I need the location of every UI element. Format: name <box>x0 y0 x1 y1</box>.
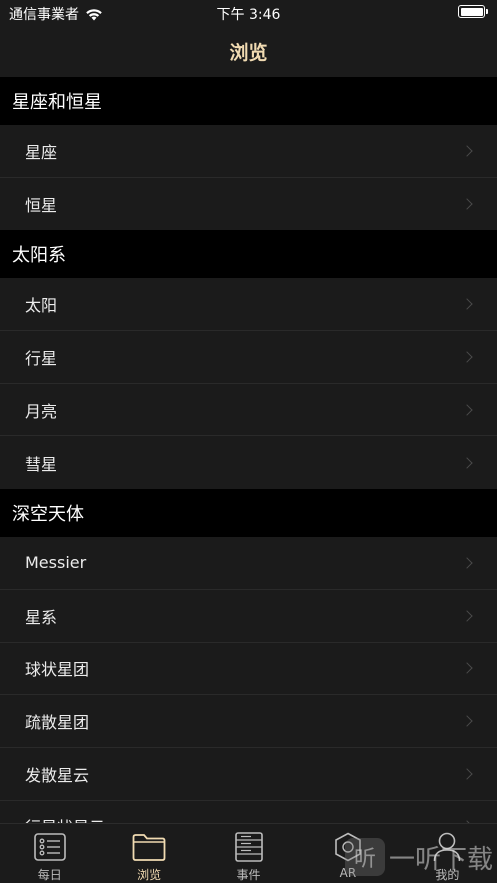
list-item-label: 太阳 <box>25 296 58 316</box>
list-item-label: 恒星 <box>25 196 58 216</box>
battery-tip <box>486 9 488 14</box>
list-item-label: 发散星云 <box>25 765 90 785</box>
chevron-right-icon <box>461 145 473 157</box>
tab-profile[interactable]: 我的 <box>398 824 497 883</box>
status-right <box>458 5 488 18</box>
list-item-planetary-nebulae[interactable]: 行星状星云 <box>0 800 497 823</box>
list-item-stars[interactable]: 恒星 <box>0 177 497 231</box>
tab-bar: 每日 浏览 事件 AR 我的 <box>0 823 497 883</box>
section-header-constellations: 星座和恒星 <box>0 77 497 125</box>
chevron-right-icon <box>461 662 473 675</box>
list-item-planets[interactable]: 行星 <box>0 331 497 384</box>
tab-label: 我的 <box>435 868 460 882</box>
page-title: 浏览 <box>229 42 268 64</box>
browse-list[interactable]: 星座和恒星 星座 恒星 太阳系 太阳 行星 月亮 彗星 深空天体 Messier <box>0 77 497 823</box>
nav-bar: 浏览 <box>0 26 497 77</box>
list-item-label: 彗星 <box>25 454 58 474</box>
tab-label: 浏览 <box>137 868 162 882</box>
chevron-right-icon <box>461 609 473 622</box>
tab-label: 事件 <box>236 868 261 882</box>
folder-icon <box>132 834 166 861</box>
list-item-moon[interactable]: 月亮 <box>0 383 497 437</box>
list-item-label: 球状星团 <box>25 660 90 680</box>
list-item-open-clusters[interactable]: 疏散星团 <box>0 695 497 748</box>
list-item-constellations[interactable]: 星座 <box>0 125 497 178</box>
profile-icon <box>434 832 461 862</box>
tab-browse[interactable]: 浏览 <box>99 824 198 883</box>
tab-label: 每日 <box>37 868 62 882</box>
list-item-label: 月亮 <box>25 401 58 421</box>
list-item-comets[interactable]: 彗星 <box>0 436 497 490</box>
chevron-right-icon <box>461 298 473 310</box>
chevron-right-icon <box>461 457 473 469</box>
list-item-sun[interactable]: 太阳 <box>0 278 497 332</box>
tab-events[interactable]: 事件 <box>199 824 298 883</box>
status-bar: 通信事業者 下午 3:46 <box>0 0 497 26</box>
chevron-right-icon <box>461 403 473 416</box>
status-time: 下午 3:46 <box>216 7 281 23</box>
list-item-label: 行星状星云 <box>25 814 105 823</box>
list-item-label: Messier <box>25 553 87 573</box>
list-item-label: 行星 <box>25 348 58 368</box>
list-item-messier[interactable]: Messier <box>0 537 497 590</box>
chevron-right-icon <box>461 351 473 363</box>
ar-icon <box>335 832 361 862</box>
screen: 通信事業者 下午 3:46 浏览 星座和恒星 星座 恒星 太阳系 太阳 行星 月… <box>0 0 497 883</box>
list-item-globular-clusters[interactable]: 球状星团 <box>0 642 497 696</box>
daily-icon <box>33 833 66 861</box>
chevron-right-icon <box>461 768 473 780</box>
tab-label: AR <box>339 866 357 880</box>
battery-icon <box>458 5 485 18</box>
chevron-right-icon <box>461 715 473 727</box>
list-item-label: 星系 <box>25 607 58 627</box>
list-item-label: 疏散星团 <box>25 713 90 733</box>
list-item-galaxies[interactable]: 星系 <box>0 589 497 643</box>
chevron-right-icon <box>461 198 473 210</box>
section-header-solar-system: 太阳系 <box>0 230 497 279</box>
tab-daily[interactable]: 每日 <box>0 824 99 883</box>
section-header-deep-sky: 深空天体 <box>0 489 497 538</box>
list-item-label: 星座 <box>25 142 58 162</box>
events-icon <box>234 832 263 862</box>
tab-ar[interactable]: AR <box>298 824 397 883</box>
chevron-right-icon <box>461 557 473 569</box>
list-item-emission-nebulae[interactable]: 发散星云 <box>0 747 497 801</box>
